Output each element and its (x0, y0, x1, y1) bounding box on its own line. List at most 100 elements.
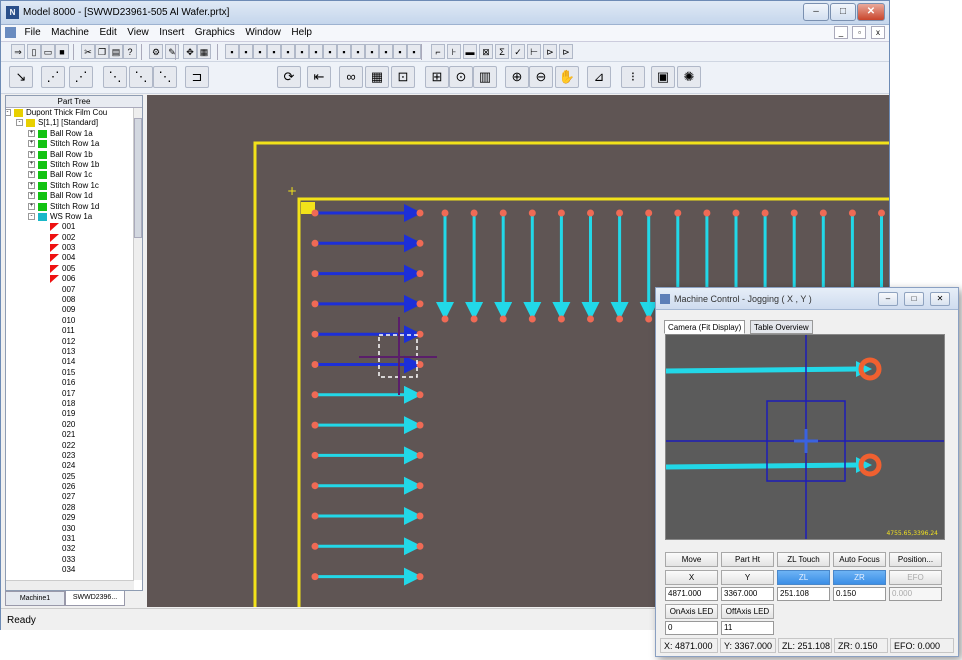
tree-item[interactable]: 026 (6, 482, 134, 492)
tree-item[interactable]: 024 (6, 461, 134, 471)
tree-item[interactable]: 029 (6, 513, 134, 523)
arrow-tool-icon[interactable]: ⇒ (11, 44, 25, 59)
tab-camera-fit-display[interactable]: Camera (Fit Display) (664, 320, 746, 334)
efo-value-field[interactable]: 0.000 (889, 587, 942, 601)
new-file-icon[interactable]: ▯ (27, 44, 41, 59)
tree-scroll-thumb[interactable] (134, 118, 142, 238)
tab-table-overview[interactable]: Table Overview (750, 320, 813, 334)
step-1-icon[interactable]: ⊢ (527, 44, 541, 59)
mc-minimize-button[interactable]: – (878, 292, 898, 306)
offaxis-led-field[interactable]: 11 (721, 621, 774, 635)
bond-5-icon[interactable]: ⋱ (153, 66, 177, 88)
shape-11-icon[interactable]: ▪ (365, 44, 379, 59)
open-file-icon[interactable]: ▭ (41, 44, 55, 59)
wire-icon[interactable]: ⌐ (431, 44, 445, 59)
tree-item[interactable]: 012 (6, 337, 134, 347)
tree-item[interactable]: 013 (6, 347, 134, 357)
auto-focus-button[interactable]: Auto Focus (833, 552, 886, 567)
tree-item[interactable]: 021 (6, 430, 134, 440)
shape-12-icon[interactable]: ▪ (379, 44, 393, 59)
tree-item[interactable]: + Stitch Row 1c (6, 181, 134, 191)
tree-item[interactable]: 009 (6, 305, 134, 315)
collapse-icon[interactable]: - (16, 119, 23, 127)
sum-icon[interactable]: Σ (495, 44, 509, 59)
tree-item[interactable]: 007 (6, 285, 134, 295)
expand-icon[interactable]: + (28, 192, 35, 200)
pan-hand-icon[interactable]: ✋ (555, 66, 579, 88)
menu-help[interactable]: Help (287, 25, 316, 38)
expand-icon[interactable]: + (28, 202, 35, 210)
shape-9-icon[interactable]: ▪ (337, 44, 351, 59)
zoom-window-icon[interactable]: ⊞ (425, 66, 449, 88)
zoom-out-icon[interactable]: ⊖ (529, 66, 553, 88)
tree-item[interactable]: + Stitch Row 1b (6, 160, 134, 170)
collapse-icon[interactable]: - (6, 109, 11, 116)
menu-file[interactable]: File (21, 25, 45, 38)
step-2-icon[interactable]: ⊳ (543, 44, 557, 59)
help-icon[interactable]: ? (123, 44, 137, 59)
tree-item[interactable]: 022 (6, 441, 134, 451)
axis-efo-button[interactable]: EFO (889, 570, 942, 585)
traffic-light-icon[interactable]: ⁝ (621, 66, 645, 88)
shape-5-icon[interactable]: ▪ (281, 44, 295, 59)
part-height-button[interactable]: Part Ht (721, 552, 774, 567)
tree-item[interactable]: 020 (6, 420, 134, 430)
step-3-icon[interactable]: ⊳ (559, 44, 573, 59)
cut-icon[interactable]: ✂ (81, 44, 95, 59)
wheel-icon[interactable]: ✺ (677, 66, 701, 88)
tree-vertical-scrollbar[interactable] (133, 108, 142, 580)
tree-item[interactable]: + Ball Row 1c (6, 170, 134, 180)
tree-item[interactable]: - S[1,1] [Standard] (6, 118, 134, 128)
axis-y-button[interactable]: Y (721, 570, 774, 585)
collapse-icon[interactable]: - (28, 212, 35, 220)
bond-2-icon[interactable]: ⋰ (69, 66, 93, 88)
tree-item[interactable]: 004 (6, 253, 134, 263)
shape-2-icon[interactable]: ▪ (239, 44, 253, 59)
tree-item[interactable]: - Dupont Thick Film Cou (6, 108, 134, 118)
tree-item[interactable]: 030 (6, 524, 134, 534)
link-icon[interactable]: ∞ (339, 66, 363, 88)
copy-icon[interactable]: ❐ (95, 44, 109, 59)
tree-item[interactable]: 015 (6, 368, 134, 378)
shape-6-icon[interactable]: ▪ (295, 44, 309, 59)
menu-edit[interactable]: Edit (95, 25, 120, 38)
zoom-in-icon[interactable]: ⊕ (505, 66, 529, 88)
tree-icon[interactable]: ⊦ (447, 44, 461, 59)
expand-icon[interactable]: + (28, 171, 35, 179)
tree-item[interactable]: 019 (6, 409, 134, 419)
expand-icon[interactable]: + (28, 140, 35, 148)
camera-image[interactable]: 4755.65,3396.24 (666, 335, 945, 540)
expand-icon[interactable]: + (28, 160, 35, 168)
tree-item[interactable]: 028 (6, 503, 134, 513)
tree-item[interactable]: 034 (6, 565, 134, 575)
shape-1-icon[interactable]: ▪ (225, 44, 239, 59)
paste-icon[interactable]: ▤ (109, 44, 123, 59)
expand-icon[interactable]: + (28, 129, 35, 137)
bond-3-icon[interactable]: ⋱ (103, 66, 127, 88)
tree-item[interactable]: 017 (6, 389, 134, 399)
menu-machine[interactable]: Machine (47, 25, 93, 38)
tree-item[interactable]: 031 (6, 534, 134, 544)
close-button[interactable]: ✕ (857, 3, 885, 21)
tree-item[interactable]: 016 (6, 378, 134, 388)
maximize-button[interactable]: □ (830, 3, 856, 21)
tree-item[interactable]: 008 (6, 295, 134, 305)
mdi-restore-button[interactable]: ▫ (852, 26, 867, 39)
axis-zl-button[interactable]: ZL (777, 570, 830, 585)
shape-10-icon[interactable]: ▪ (351, 44, 365, 59)
zl-value-field[interactable]: 251.108 (777, 587, 830, 601)
shape-7-icon[interactable]: ▪ (309, 44, 323, 59)
tree-item[interactable]: + Stitch Row 1d (6, 202, 134, 212)
bond-1-icon[interactable]: ⋰ (41, 66, 65, 88)
zl-touch-button[interactable]: ZL Touch (777, 552, 830, 567)
tree-horizontal-scrollbar[interactable] (6, 580, 134, 590)
grid-icon[interactable]: ▦ (197, 44, 211, 59)
move-button[interactable]: Move (665, 552, 718, 567)
mc-close-button[interactable]: ✕ (930, 292, 950, 306)
axis-x-button[interactable]: X (665, 570, 718, 585)
red-grid-icon[interactable]: ▦ (365, 66, 389, 88)
tab-swwd23961[interactable]: SWWD2396... (65, 591, 125, 606)
tree-item[interactable]: 023 (6, 451, 134, 461)
tree-item[interactable]: + Ball Row 1a (6, 129, 134, 139)
onaxis-led-field[interactable]: 0 (665, 621, 718, 635)
